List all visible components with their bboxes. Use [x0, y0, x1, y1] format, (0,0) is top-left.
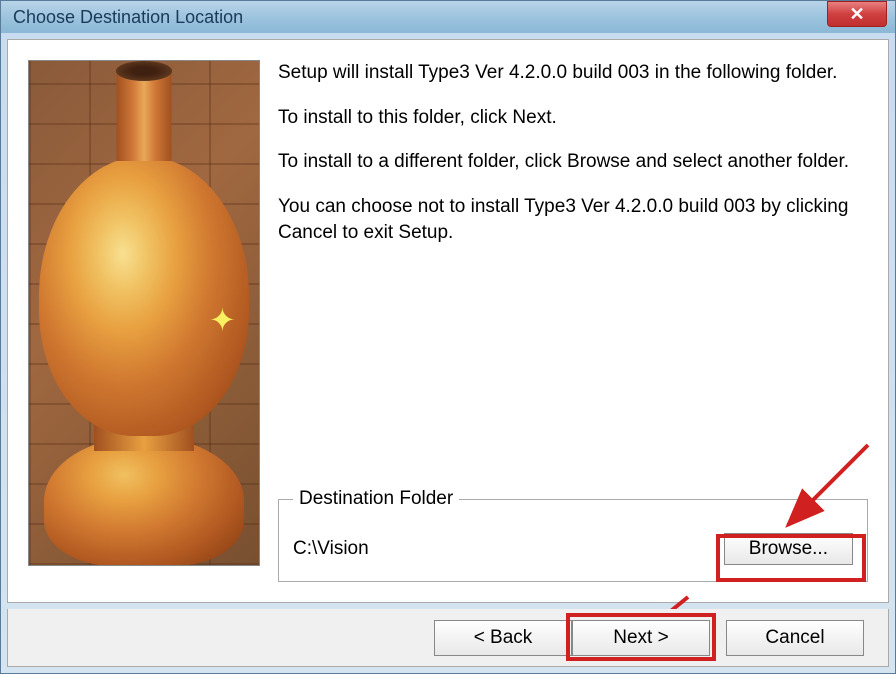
installer-window: Choose Destination Location ✕ ✦ Setup wi… [0, 0, 896, 674]
instruction-para-1: Setup will install Type3 Ver 4.2.0.0 bui… [278, 60, 868, 87]
window-title: Choose Destination Location [13, 7, 243, 28]
butterfly-icon: ✦ [209, 301, 249, 341]
destination-path: C:\Vision [293, 536, 369, 563]
instruction-para-2: To install to this folder, click Next. [278, 105, 868, 132]
wizard-side-image: ✦ [28, 60, 260, 566]
close-button[interactable]: ✕ [827, 1, 887, 27]
destination-legend: Destination Folder [293, 486, 459, 513]
next-button[interactable]: Next > [572, 620, 710, 656]
back-button[interactable]: < Back [434, 620, 572, 656]
titlebar: Choose Destination Location ✕ [1, 1, 895, 33]
wizard-button-bar: < Back Next > Cancel [7, 609, 889, 667]
destination-folder-group: Destination Folder C:\Vision Browse... [278, 486, 868, 582]
content-area: ✦ Setup will install Type3 Ver 4.2.0.0 b… [7, 39, 889, 603]
browse-button[interactable]: Browse... [724, 533, 853, 565]
instruction-text-area: Setup will install Type3 Ver 4.2.0.0 bui… [278, 60, 868, 582]
cancel-button[interactable]: Cancel [726, 620, 864, 656]
instruction-para-3: To install to a different folder, click … [278, 149, 868, 176]
instruction-para-4: You can choose not to install Type3 Ver … [278, 194, 868, 247]
close-icon: ✕ [849, 4, 864, 25]
